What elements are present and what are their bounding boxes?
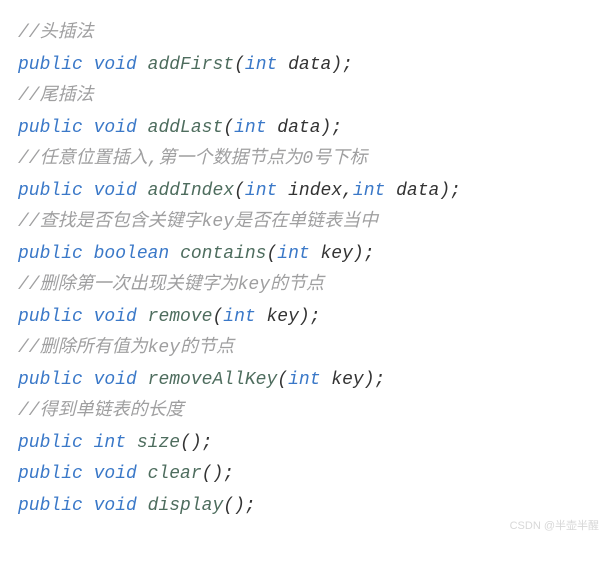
param-key: key — [256, 307, 299, 327]
comment: //头插法 — [18, 23, 94, 43]
keyword-int: int — [94, 433, 126, 453]
comment: //尾插法 — [18, 86, 94, 106]
keyword-void: void — [94, 307, 137, 327]
keyword-void: void — [94, 118, 137, 138]
param-data: data — [277, 55, 331, 75]
param-key: key — [321, 370, 364, 390]
code-line-comment: //头插法 — [18, 18, 599, 50]
code-line: public void addIndex(int index,int data)… — [18, 176, 599, 208]
code-line: public void remove(int key); — [18, 302, 599, 334]
code-line-comment: //尾插法 — [18, 81, 599, 113]
keyword-public: public — [18, 496, 83, 516]
keyword-public: public — [18, 244, 83, 264]
keyword-public: public — [18, 433, 83, 453]
param-data: data — [385, 181, 439, 201]
method-removeAllKey: removeAllKey — [148, 370, 278, 390]
keyword-boolean: boolean — [94, 244, 170, 264]
comment: //删除所有值为key的节点 — [18, 338, 234, 358]
code-line: public void clear(); — [18, 459, 599, 491]
comment: //查找是否包含关键字key是否在单链表当中 — [18, 212, 378, 232]
comment: //得到单链表的长度 — [18, 401, 184, 421]
code-line-comment: //删除第一次出现关键字为key的节点 — [18, 270, 599, 302]
comment: //删除第一次出现关键字为key的节点 — [18, 275, 324, 295]
method-clear: clear — [148, 464, 202, 484]
method-remove: remove — [148, 307, 213, 327]
keyword-int: int — [288, 370, 320, 390]
keyword-void: void — [94, 496, 137, 516]
keyword-public: public — [18, 181, 83, 201]
code-line: public void addFirst(int data); — [18, 50, 599, 82]
method-contains: contains — [180, 244, 266, 264]
code-line-comment: //删除所有值为key的节点 — [18, 333, 599, 365]
keyword-public: public — [18, 118, 83, 138]
code-line: public int size(); — [18, 428, 599, 460]
keyword-int: int — [234, 118, 266, 138]
keyword-int: int — [353, 181, 385, 201]
method-addLast: addLast — [148, 118, 224, 138]
keyword-public: public — [18, 307, 83, 327]
code-line-comment: //查找是否包含关键字key是否在单链表当中 — [18, 207, 599, 239]
watermark-text: CSDN @半壶半醒 — [510, 517, 599, 536]
keyword-public: public — [18, 55, 83, 75]
method-addFirst: addFirst — [148, 55, 234, 75]
keyword-public: public — [18, 464, 83, 484]
method-size: size — [137, 433, 180, 453]
method-display: display — [148, 496, 224, 516]
keyword-void: void — [94, 370, 137, 390]
code-line-comment: //得到单链表的长度 — [18, 396, 599, 428]
keyword-int: int — [223, 307, 255, 327]
keyword-void: void — [94, 55, 137, 75]
code-line: public void removeAllKey(int key); — [18, 365, 599, 397]
param-data: data — [267, 118, 321, 138]
keyword-void: void — [94, 181, 137, 201]
param-index: index — [277, 181, 342, 201]
param-key: key — [310, 244, 353, 264]
keyword-int: int — [277, 244, 309, 264]
code-line: public void addLast(int data); — [18, 113, 599, 145]
comment: //任意位置插入,第一个数据节点为0号下标 — [18, 149, 367, 169]
keyword-int: int — [245, 55, 277, 75]
keyword-void: void — [94, 464, 137, 484]
code-line: public boolean contains(int key); — [18, 239, 599, 271]
keyword-public: public — [18, 370, 83, 390]
keyword-int: int — [245, 181, 277, 201]
method-addIndex: addIndex — [148, 181, 234, 201]
code-line-comment: //任意位置插入,第一个数据节点为0号下标 — [18, 144, 599, 176]
